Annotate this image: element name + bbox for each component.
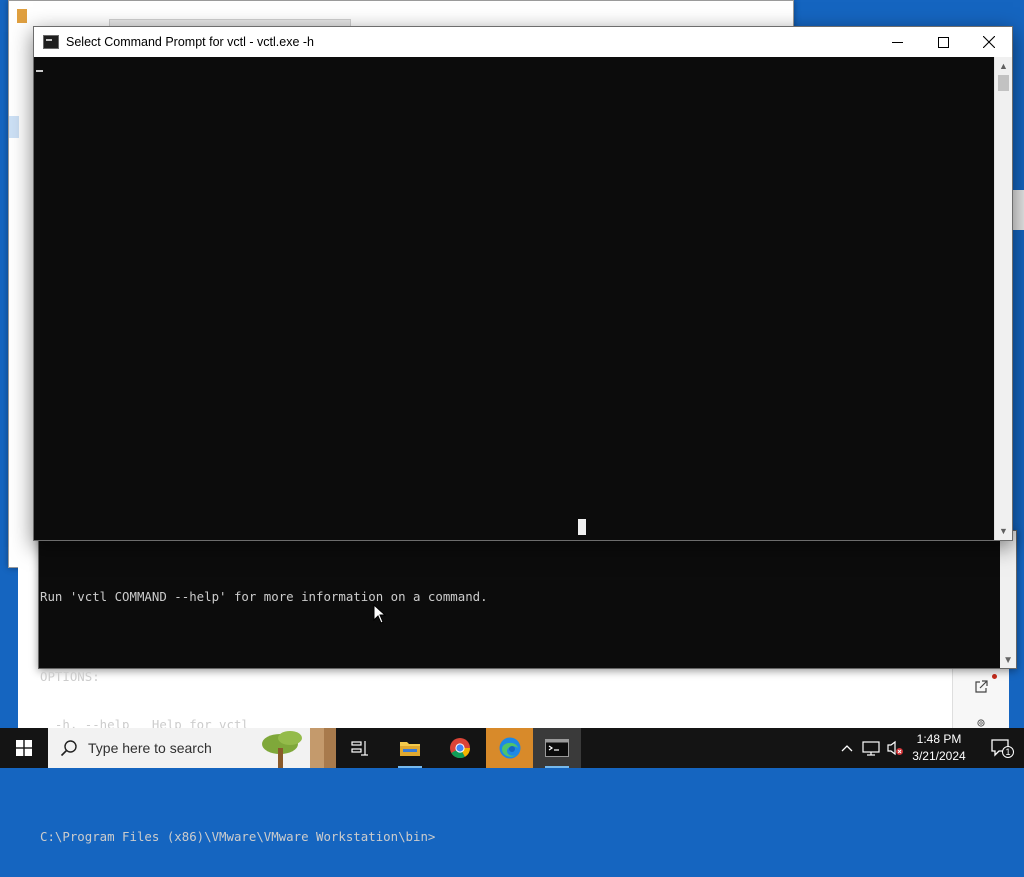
maximize-icon	[937, 36, 949, 48]
file-explorer-button[interactable]	[386, 728, 434, 768]
chevron-up-icon	[841, 745, 853, 752]
network-button[interactable]	[860, 728, 882, 768]
edge-icon	[499, 737, 521, 759]
close-button[interactable]	[966, 27, 1012, 57]
task-view-button[interactable]	[336, 728, 384, 768]
minimize-icon	[891, 41, 903, 43]
console-prompt-line[interactable]: C:\Program Files (x86)\VMware\VMware Wor…	[40, 829, 998, 845]
show-hidden-icons-button[interactable]	[836, 728, 858, 768]
clock-time: 1:48 PM	[916, 732, 962, 746]
network-icon	[862, 741, 880, 756]
taskbar: Type here to search 1:48 PM 3/21/2024 1	[0, 728, 1024, 768]
chrome-button[interactable]	[436, 728, 484, 768]
window-title: Select Command Prompt for vctl - vctl.ex…	[66, 35, 314, 49]
command-prompt-icon	[545, 739, 569, 757]
taskbar-search[interactable]: Type here to search	[48, 728, 336, 768]
console-scrollbar[interactable]: ▲ ▼	[994, 57, 1012, 540]
mouse-pointer-icon	[373, 604, 387, 624]
console-output-scrollbar[interactable]: ▼	[1000, 531, 1016, 668]
scroll-down-arrow-icon[interactable]: ▼	[995, 524, 1012, 538]
console-output-window: Run 'vctl COMMAND --help' for more infor…	[38, 530, 1017, 844]
console-line: Run 'vctl COMMAND --help' for more infor…	[40, 589, 488, 604]
clock-date: 3/21/2024	[912, 749, 966, 763]
action-center-button[interactable]: 1	[980, 728, 1024, 768]
window-controls	[874, 27, 1012, 57]
command-prompt-window[interactable]: Select Command Prompt for vctl - vctl.ex…	[33, 26, 1013, 541]
minimize-button[interactable]	[874, 27, 920, 57]
volume-muted-icon	[887, 740, 903, 756]
scrollbar-thumb[interactable]	[998, 75, 1009, 91]
task-view-icon	[351, 741, 368, 756]
edge-button[interactable]	[486, 728, 534, 768]
background-window-selection	[9, 116, 19, 138]
start-button[interactable]	[0, 728, 48, 768]
notification-count: 1	[1005, 747, 1011, 757]
title-bar[interactable]: Select Command Prompt for vctl - vctl.ex…	[34, 27, 1012, 57]
background-window-icon	[17, 9, 27, 23]
search-highlight-tree-icon	[262, 728, 336, 768]
clock[interactable]: 1:48 PM 3/21/2024	[903, 728, 975, 768]
search-placeholder: Type here to search	[88, 740, 212, 756]
console-output-text: Run 'vctl COMMAND --help' for more infor…	[40, 557, 998, 877]
text-cursor	[36, 70, 43, 72]
scroll-down-arrow-icon[interactable]: ▼	[1003, 655, 1013, 666]
console-text-area[interactable]	[34, 57, 995, 540]
close-icon	[983, 36, 995, 48]
windows-logo-icon	[16, 740, 32, 756]
console-line: OPTIONS:	[40, 669, 100, 684]
cmd-icon	[43, 35, 59, 49]
maximize-button[interactable]	[920, 27, 966, 57]
chrome-icon	[450, 738, 471, 759]
block-cursor	[578, 519, 586, 535]
file-explorer-icon	[400, 742, 420, 756]
scroll-up-arrow-icon[interactable]: ▲	[995, 59, 1012, 73]
search-icon	[60, 740, 77, 757]
command-prompt-button[interactable]	[533, 728, 581, 768]
